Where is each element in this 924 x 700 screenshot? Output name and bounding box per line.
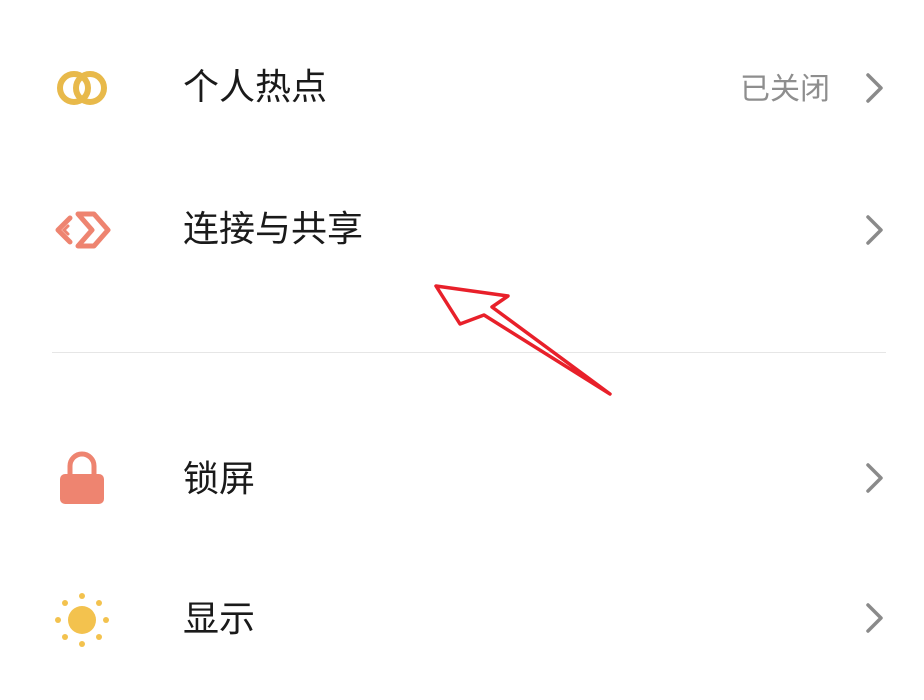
chevron-right-icon <box>866 463 883 493</box>
settings-item-label: 连接与共享 <box>183 209 364 250</box>
chevron-right-icon <box>866 215 883 245</box>
chevron-right-icon <box>866 603 883 633</box>
status-value: 已关闭 <box>740 72 830 107</box>
chevron-right-icon <box>866 73 883 103</box>
arrow-shape <box>434 284 612 396</box>
settings-item-label: 锁屏 <box>183 459 256 500</box>
settings-item-connection-sharing[interactable]: 连接与共享 <box>0 160 924 300</box>
settings-page: 个人热点 已关闭 连接与共享 锁屏 显示 <box>0 0 924 700</box>
settings-item-lock-screen[interactable]: 锁屏 <box>0 410 924 550</box>
sun-icon <box>55 593 109 647</box>
hotspot-rings-icon <box>57 71 107 105</box>
settings-item-display[interactable]: 显示 <box>0 550 924 690</box>
settings-item-label: 显示 <box>183 599 256 640</box>
lock-icon <box>60 451 104 504</box>
section-divider <box>52 352 886 353</box>
settings-item-label: 个人热点 <box>183 67 328 108</box>
connection-share-icon <box>55 211 111 249</box>
settings-item-personal-hotspot[interactable]: 个人热点 已关闭 <box>0 18 924 158</box>
